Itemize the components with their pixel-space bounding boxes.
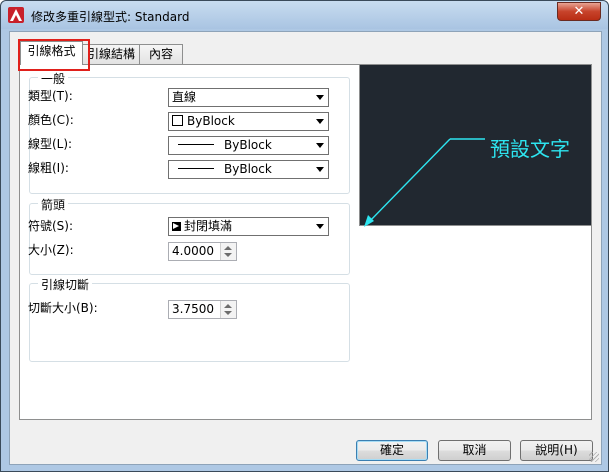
window-title: 修改多重引線型式: Standard [31, 10, 190, 24]
color-value: ByBlock [187, 114, 235, 128]
help-button[interactable]: 說明(H) [520, 440, 593, 461]
chevron-down-icon [316, 119, 324, 124]
linetype-value: ByBlock [224, 138, 272, 152]
chevron-down-icon [316, 143, 324, 148]
symbol-select[interactable]: 封閉填滿 [168, 217, 329, 236]
chevron-down-icon [316, 167, 324, 172]
resize-grip-icon[interactable] [589, 452, 599, 462]
color-select[interactable]: ByBlock [168, 112, 329, 131]
size-value: 4.0000 [172, 244, 214, 258]
type-value: 直線 [172, 90, 197, 104]
spin-up-icon[interactable] [224, 246, 232, 250]
spin-down-icon[interactable] [224, 311, 232, 315]
cancel-button[interactable]: 取消 [438, 440, 511, 461]
size-label: 大小(Z): [28, 243, 74, 257]
spin-down-icon[interactable] [224, 253, 232, 257]
preview-text: 預設文字 [490, 137, 570, 161]
color-swatch-icon [172, 115, 183, 126]
lineweight-value: ByBlock [224, 162, 272, 176]
spin-up-icon[interactable] [224, 304, 232, 308]
break-size-label: 切斷大小(B): [28, 301, 98, 315]
line-sample-icon [178, 144, 214, 145]
tab-highlight-annotation [18, 39, 90, 71]
closed-filled-arrow-icon [172, 222, 181, 231]
ok-button[interactable]: 確定 [356, 440, 428, 461]
general-group: 一般 類型(T): 直線 顏色(C): ByBlock 線型(L): ByBlo… [28, 70, 350, 194]
chevron-down-icon [316, 224, 324, 229]
size-spin-buttons[interactable] [220, 243, 236, 260]
symbol-value: 封閉填滿 [184, 219, 233, 233]
symbol-label: 符號(S): [28, 219, 74, 233]
line-sample-icon [178, 168, 214, 169]
arrowhead-group-title: 箭頭 [38, 196, 69, 213]
type-select[interactable]: 直線 [168, 88, 329, 107]
linetype-label: 線型(L): [28, 137, 73, 151]
break-size-value: 3.7500 [172, 302, 214, 316]
tab-content[interactable]: 內容 [139, 44, 183, 64]
break-group-title: 引線切斷 [38, 276, 93, 293]
close-button[interactable]: ✕ [557, 2, 601, 21]
break-group: 引線切斷 切斷大小(B): 3.7500 [28, 276, 350, 362]
leader-preview: 預設文字 [359, 64, 592, 227]
type-label: 類型(T): [28, 89, 73, 103]
arrowhead-group: 箭頭 符號(S): 封閉填滿 大小(Z): 4.0000 [28, 196, 350, 275]
general-group-title: 一般 [38, 70, 69, 87]
linetype-select[interactable]: ByBlock [168, 136, 329, 155]
break-size-spin-buttons[interactable] [220, 301, 236, 318]
dialog-client: 引線格式 引線結構 內容 一般 類型(T): 直線 顏色(C): ByBlock… [9, 31, 602, 465]
break-size-stepper[interactable]: 3.7500 [168, 300, 237, 319]
tab-leader-structure[interactable]: 引線結構 [82, 44, 140, 64]
chevron-down-icon [316, 95, 324, 100]
autocad-logo-icon [8, 7, 24, 23]
lineweight-label: 線粗(I): [28, 161, 69, 175]
lineweight-select[interactable]: ByBlock [168, 160, 329, 179]
size-stepper[interactable]: 4.0000 [168, 242, 237, 261]
dialog-window: 修改多重引線型式: Standard ✕ 引線格式 引線結構 內容 一般 類型(… [0, 0, 609, 472]
title-bar[interactable]: 修改多重引線型式: Standard [1, 1, 608, 29]
color-label: 顏色(C): [28, 113, 74, 127]
